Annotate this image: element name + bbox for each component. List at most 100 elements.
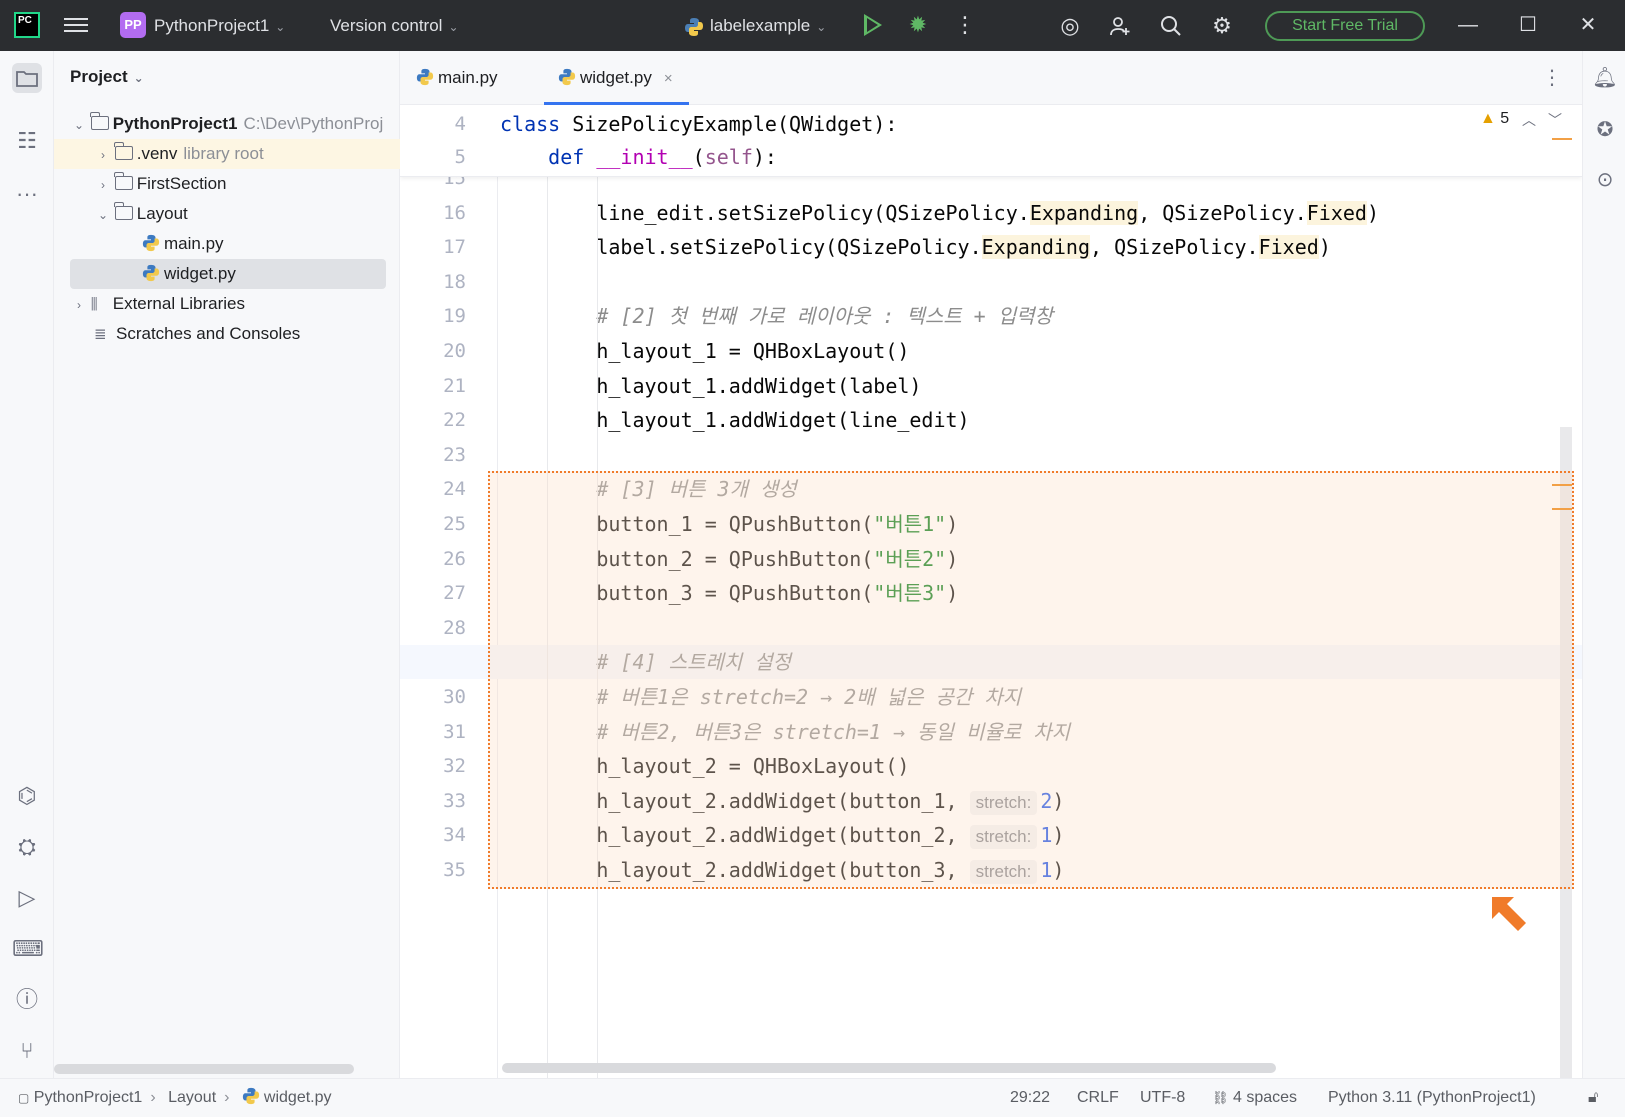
tabs-more-icon[interactable]: ⋮ <box>1542 66 1562 90</box>
code-token: SizePolicyExample(QWidget): <box>560 112 898 136</box>
search-icon[interactable] <box>1157 12 1185 40</box>
project-switcher[interactable]: PythonProject1 ⌄ <box>154 0 285 51</box>
sticky-code-line[interactable]: def __init__(self): <box>500 140 777 174</box>
add-user-icon[interactable] <box>1106 12 1134 40</box>
ai-spiral-icon[interactable]: ◎ <box>1056 12 1084 40</box>
editor-horizontal-scrollbar[interactable] <box>502 1063 1276 1073</box>
terminal-icon[interactable]: ⌨ <box>12 934 44 964</box>
minimize-icon[interactable]: — <box>1440 0 1496 51</box>
code-editor[interactable]: 1516171819202122232425262728293031323334… <box>400 105 1582 1078</box>
code-token: # 버튼2, 버튼3은 stretch=1 → 동일 비율로 차지 <box>596 719 1070 744</box>
line-number: 25 <box>443 513 466 535</box>
debug-icon[interactable]: ✹ <box>906 13 930 37</box>
python-interpreter[interactable]: Python 3.11 (PythonProject1) <box>1328 1079 1536 1117</box>
run-icon[interactable] <box>864 14 882 36</box>
run-tool-icon[interactable]: ▷ <box>12 883 42 913</box>
tree-item-main-py[interactable]: main.py <box>54 229 400 259</box>
code-line[interactable]: # [2] 첫 번째 가로 레이아웃 : 텍스트 + 입력창 <box>500 299 1053 333</box>
code-line[interactable]: h_layout_2.addWidget(button_2, stretch: 1… <box>500 818 1064 852</box>
next-highlight-icon[interactable]: ﹀ <box>1548 110 1562 130</box>
notifications-icon[interactable]: 🔔︎ <box>1590 63 1620 93</box>
code-token: button_1 = QPushButton( <box>596 512 874 536</box>
line-number: 27 <box>443 582 466 605</box>
chevron-down-icon: ⌄ <box>97 208 109 222</box>
breadcrumb-item[interactable]: widget.py <box>264 1089 332 1106</box>
code-line[interactable]: h_layout_1 = QHBoxLayout() <box>500 334 909 368</box>
code-token: def <box>548 145 585 169</box>
tree-item-firstsection[interactable]: › FirstSection <box>54 169 400 199</box>
code-line[interactable]: h_layout_2.addWidget(button_1, stretch: 2… <box>500 784 1064 818</box>
code-line[interactable]: label.setSizePolicy(QSizePolicy.Expandin… <box>500 230 1331 264</box>
tree-item-root[interactable]: ⌄ PythonProject1 C:\Dev\PythonProj <box>54 109 400 139</box>
parameter-hint: stretch: <box>969 860 1038 884</box>
line-number: 17 <box>443 236 466 259</box>
close-icon[interactable]: ✕ <box>1560 0 1616 51</box>
indent-setting[interactable]: ⛓ 4 spaces <box>1212 1079 1297 1117</box>
tree-item-venv[interactable]: › .venv library root <box>54 139 400 169</box>
ai-assistant-icon[interactable]: ✪ <box>1590 115 1620 145</box>
code-line[interactable]: button_3 = QPushButton("버튼3") <box>500 576 958 610</box>
project-badge[interactable]: PP <box>120 12 146 38</box>
line-number: 31 <box>443 720 466 743</box>
tree-item-widget-py[interactable]: widget.py <box>70 259 386 289</box>
chevron-right-icon: › <box>224 1089 230 1106</box>
git-icon[interactable]: ⑂ <box>12 1036 42 1066</box>
line-number: 23 <box>443 443 466 466</box>
code-line[interactable]: # 버튼1은 stretch=2 → 2배 넓은 공간 차지 <box>500 680 1021 714</box>
services-icon[interactable]: ⛭ <box>12 832 42 862</box>
more-icon[interactable]: ⋮ <box>954 11 976 39</box>
code-line[interactable]: h_layout_2.addWidget(button_3, stretch: 1… <box>500 853 1064 887</box>
code-line[interactable]: h_layout_1.addWidget(label) <box>500 369 921 403</box>
hamburger-icon[interactable] <box>64 14 88 36</box>
folder-icon <box>114 142 133 160</box>
sticky-line-number: 5 <box>454 146 466 168</box>
code-token: "버튼3" <box>873 581 947 606</box>
code-line[interactable]: # [4] 스트레치 설정 <box>500 645 791 679</box>
code-line[interactable]: h_layout_2 = QHBoxLayout() <box>500 749 909 783</box>
python-packages-icon[interactable]: ⌬ <box>12 781 42 811</box>
code-token: h_layout_2.addWidget(button_3, <box>596 858 970 882</box>
settings-icon[interactable]: ⚙ <box>1208 12 1236 40</box>
sticky-code-line[interactable]: class SizePolicyExample(QWidget): <box>500 107 897 141</box>
problems-icon[interactable]: ⓘ <box>12 985 42 1015</box>
previous-highlight-icon[interactable]: ︿ <box>1522 110 1536 130</box>
project-panel-title[interactable]: Project ⌄ <box>70 67 144 87</box>
tab-widget-py-label: widget.py <box>580 68 652 87</box>
code-line[interactable]: button_1 = QPushButton("버튼1") <box>500 507 958 541</box>
code-line[interactable]: button_2 = QPushButton("버튼2") <box>500 542 958 576</box>
learn-icon[interactable]: ⊙ <box>1590 165 1620 195</box>
code-line[interactable]: line_edit.setSizePolicy(QSizePolicy.Expa… <box>500 196 1379 230</box>
vertical-scrollbar[interactable] <box>1560 427 1572 1078</box>
vcs-menu[interactable]: Version control ⌄ <box>330 0 459 51</box>
tab-widget-py[interactable]: widget.py × <box>544 51 689 105</box>
tree-item-scratches[interactable]: ≣ Scratches and Consoles <box>54 319 400 349</box>
parameter-hint: stretch: <box>969 825 1038 850</box>
code-line[interactable]: h_layout_1.addWidget(line_edit) <box>500 403 969 437</box>
project-tool-icon[interactable] <box>12 63 42 93</box>
line-number: 33 <box>443 789 466 812</box>
tree-item-layout[interactable]: ⌄ Layout <box>54 199 400 229</box>
project-horizontal-scrollbar[interactable] <box>54 1064 354 1074</box>
project-name: PythonProject1 <box>154 16 270 35</box>
start-free-trial-button[interactable]: Start Free Trial <box>1265 11 1425 41</box>
maximize-icon[interactable]: ☐ <box>1500 0 1556 51</box>
breadcrumb-item[interactable]: Layout <box>168 1089 216 1106</box>
root-folder-path: C:\Dev\PythonProj <box>243 114 384 133</box>
more-tools-icon[interactable]: ··· <box>12 179 42 209</box>
close-tab-icon[interactable]: × <box>664 70 673 87</box>
code-token: Expanding <box>981 235 1091 260</box>
warnings-indicator[interactable]: ▲ 5 <box>1480 110 1509 128</box>
tab-main-py[interactable]: main.py <box>416 51 498 105</box>
code-line[interactable]: # 버튼2, 버튼3은 stretch=1 → 동일 비율로 차지 <box>500 715 1070 749</box>
code-token: "버튼2" <box>873 546 947 571</box>
firstsection-name: FirstSection <box>136 174 227 193</box>
read-only-lock-icon[interactable]: 🔓︎ <box>1588 1079 1598 1117</box>
structure-icon[interactable]: ☷ <box>12 126 42 156</box>
line-separator[interactable]: CRLF <box>1077 1079 1119 1117</box>
file-encoding[interactable]: UTF-8 <box>1140 1079 1185 1117</box>
code-line[interactable]: # [3] 버튼 3개 생성 <box>500 472 796 506</box>
run-config-selector[interactable]: labelexample ⌄ <box>684 0 826 51</box>
breadcrumb-item[interactable]: PythonProject1 <box>34 1089 143 1106</box>
tree-item-external-libraries[interactable]: › ⫼ External Libraries <box>54 289 400 319</box>
caret-position[interactable]: 29:22 <box>1010 1079 1050 1117</box>
